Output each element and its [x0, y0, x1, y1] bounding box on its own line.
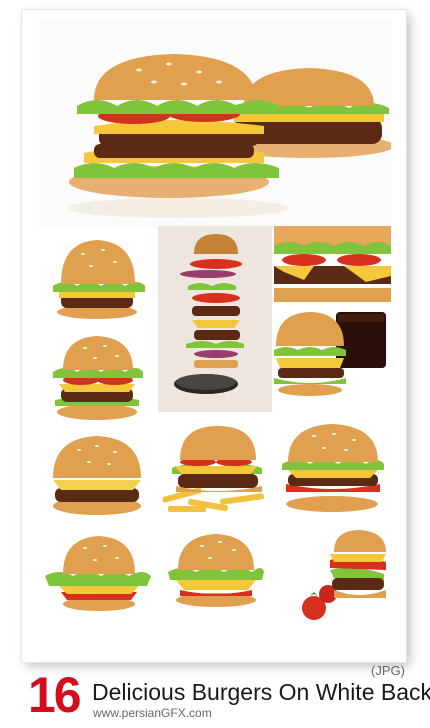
burger-image	[274, 312, 386, 396]
burger-image	[53, 336, 143, 420]
photo-burger-1	[39, 228, 156, 328]
burger-image	[45, 536, 151, 611]
photo-burger-6	[158, 526, 272, 616]
preview-sheet	[22, 10, 406, 662]
photo-burger-drink	[274, 310, 391, 398]
burger-image	[274, 226, 391, 302]
file-format-label: (JPG)	[371, 663, 405, 678]
exploded-burger-image	[174, 234, 244, 394]
burger-image	[53, 436, 141, 515]
burger-image	[302, 530, 386, 620]
double-burger-image	[69, 54, 391, 218]
photo-burger-tomatoes	[274, 522, 391, 628]
photo-flying-burger	[158, 226, 272, 412]
photo-burger-5	[39, 530, 156, 620]
photo-burger-fries	[158, 422, 272, 518]
photo-burger-3	[39, 428, 156, 524]
photo-burger-4	[274, 422, 391, 518]
collection-title: Delicious Burgers On White Back	[92, 679, 430, 705]
burger-image	[282, 424, 384, 512]
image-count: 16	[28, 667, 82, 723]
photo-burger-2	[39, 330, 156, 426]
photo-two-burgers	[39, 18, 391, 228]
burger-image	[53, 240, 145, 319]
photo-burger-closeup	[274, 226, 391, 308]
burger-image	[162, 426, 264, 512]
website-link[interactable]: www.persianGFX.com	[93, 706, 212, 721]
burger-image	[168, 534, 264, 607]
